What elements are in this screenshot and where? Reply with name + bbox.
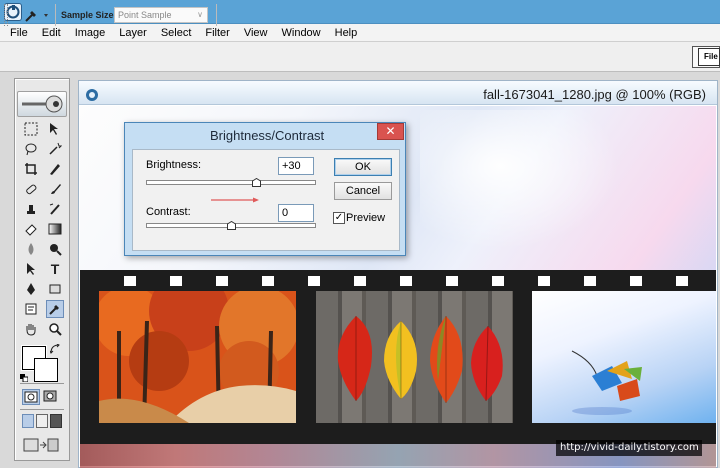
contrast-label: Contrast:	[146, 206, 191, 218]
eyedropper-tool-icon[interactable]	[46, 300, 64, 318]
film-frame-autumn-leaves	[316, 291, 513, 423]
menu-window[interactable]: Window	[282, 27, 321, 39]
zoom-tool-icon[interactable]	[46, 320, 64, 338]
dodge-tool-icon[interactable]	[46, 240, 64, 258]
menu-view[interactable]: View	[244, 27, 268, 39]
film-frame-autumn-forest	[99, 291, 296, 423]
eyedropper-icon	[25, 11, 48, 22]
film-perforation	[124, 276, 136, 286]
brightness-slider-thumb[interactable]	[252, 177, 261, 187]
contrast-slider-thumb[interactable]	[226, 220, 236, 230]
move-tool-icon[interactable]	[46, 120, 64, 138]
film-perforation	[630, 276, 642, 286]
menu-file[interactable]: File	[10, 27, 28, 39]
marquee-tool-icon[interactable]	[22, 120, 40, 138]
jump-to-imageready-icon[interactable]	[22, 436, 60, 454]
film-perforation	[584, 276, 596, 286]
history-brush-tool-icon[interactable]	[46, 200, 64, 218]
hand-tool-icon[interactable]	[22, 320, 40, 338]
menu-filter[interactable]: Filter	[205, 27, 229, 39]
options-separator	[216, 4, 217, 26]
default-colors-icon[interactable]	[20, 373, 29, 383]
film-perforation	[400, 276, 412, 286]
film-perforation	[492, 276, 504, 286]
contrast-input[interactable]: 0	[278, 204, 314, 222]
cancel-button[interactable]: Cancel	[334, 182, 392, 200]
screen-mode-group	[22, 414, 66, 430]
eye-logo-icon	[22, 95, 63, 113]
red-arrow-annotation	[210, 194, 260, 203]
canvas-light-glow	[420, 110, 620, 250]
clone-stamp-tool-icon[interactable]	[22, 200, 40, 218]
file-browser-button[interactable]: File	[698, 48, 720, 66]
document-title: fall-1673041_1280.jpg @ 100% (RGB)	[483, 87, 706, 102]
film-perforation	[446, 276, 458, 286]
dialog-title: Brightness/Contrast	[210, 128, 325, 143]
toolbox-divider	[20, 409, 64, 410]
full-screen-menu-mode-icon[interactable]	[36, 414, 48, 428]
quick-mask-mode-icon[interactable]	[42, 389, 60, 405]
film-perforation	[538, 276, 550, 286]
full-screen-mode-icon[interactable]	[50, 414, 62, 428]
preview-label: Preview	[346, 212, 386, 224]
crop-tool-icon[interactable]	[22, 160, 40, 178]
chevron-down-icon: ∨	[197, 10, 203, 19]
tool-preset-picker[interactable]	[22, 6, 52, 24]
brightness-slider-track[interactable]	[146, 180, 316, 185]
healing-brush-tool-icon[interactable]	[22, 180, 40, 198]
menu-select[interactable]: Select	[161, 27, 192, 39]
pen-tool-icon[interactable]	[22, 280, 40, 298]
menu-help[interactable]: Help	[335, 27, 358, 39]
brightness-label: Brightness:	[146, 159, 202, 171]
menu-edit[interactable]: Edit	[42, 27, 61, 39]
lasso-tool-icon[interactable]	[22, 140, 40, 158]
eraser-tool-icon[interactable]	[22, 220, 40, 238]
menu-image[interactable]: Image	[75, 27, 106, 39]
brush-tool-icon[interactable]	[46, 180, 64, 198]
ok-button[interactable]: OK	[334, 158, 392, 176]
options-bar-grip[interactable]	[4, 4, 8, 26]
tool-grid: T	[22, 120, 66, 340]
film-frame-floating-leaves	[532, 291, 716, 423]
options-separator	[55, 4, 56, 26]
film-perforation	[354, 276, 366, 286]
path-selection-tool-icon[interactable]	[22, 260, 40, 278]
standard-screen-mode-icon[interactable]	[22, 414, 34, 428]
brightness-input[interactable]: +30	[278, 157, 314, 175]
rectangle-tool-icon[interactable]	[46, 280, 64, 298]
gradient-tool-icon[interactable]	[46, 220, 64, 238]
notes-tool-icon[interactable]	[22, 300, 40, 318]
magic-wand-tool-icon[interactable]	[46, 140, 64, 158]
film-perforation	[170, 276, 182, 286]
menu-bar: File Edit Image Layer Select Filter View…	[0, 24, 720, 42]
toolbox-header-logo[interactable]	[17, 91, 67, 117]
film-perforation	[216, 276, 228, 286]
sample-size-value: Point Sample	[118, 10, 172, 20]
swap-colors-icon[interactable]	[49, 343, 60, 357]
dialog-close-button[interactable]: ✕	[377, 123, 404, 140]
watermark-url: http://vivid-daily.tistory.com	[556, 440, 702, 456]
document-icon[interactable]	[85, 88, 99, 102]
menu-layer[interactable]: Layer	[119, 27, 147, 39]
preview-checkbox[interactable]: ✓	[333, 212, 345, 224]
slice-tool-icon[interactable]	[46, 160, 64, 178]
options-bar	[0, 42, 720, 72]
film-perforation	[262, 276, 274, 286]
type-tool-icon[interactable]: T	[46, 260, 64, 278]
standard-mode-icon[interactable]	[22, 389, 40, 405]
sample-size-select[interactable]: Point Sample ∨	[114, 7, 208, 23]
sample-size-label: Sample Size:	[61, 10, 117, 20]
toolbox-divider	[20, 383, 64, 384]
film-perforation	[676, 276, 688, 286]
blur-tool-icon[interactable]	[22, 240, 40, 258]
film-perforation	[308, 276, 320, 286]
background-color-swatch[interactable]	[34, 358, 58, 382]
